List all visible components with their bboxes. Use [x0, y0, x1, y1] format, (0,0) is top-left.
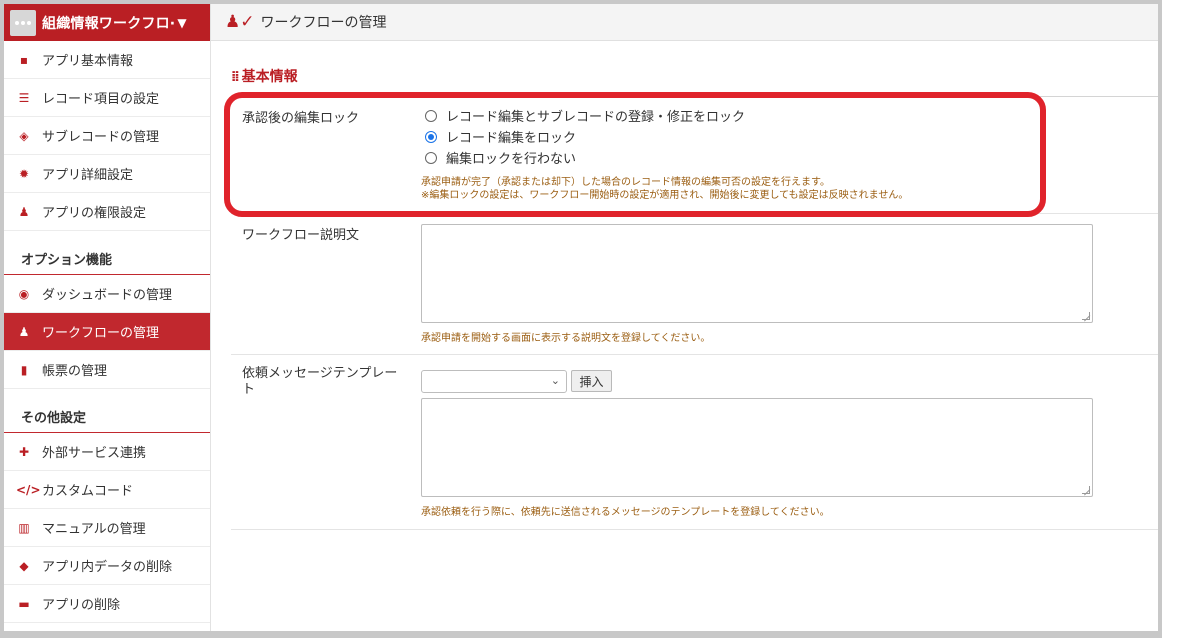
row-divider [231, 213, 1158, 214]
template-textarea[interactable] [421, 398, 1093, 497]
sidebar-item-label: アプリの権限設定 [42, 206, 147, 221]
sidebar-item-forms[interactable]: ▮ 帳票の管理 [4, 351, 210, 389]
resize-handle-icon[interactable] [1082, 486, 1090, 494]
trash-icon: ▬ [18, 596, 30, 611]
resize-handle-icon[interactable] [1082, 312, 1090, 320]
sidebar-item-delete-app[interactable]: ▬ アプリの削除 [4, 585, 210, 623]
sidebar-item-record-fields[interactable]: ☰ レコード項目の設定 [4, 79, 210, 117]
lock-option-all[interactable]: レコード編集とサブレコードの登録・修正をロック [425, 106, 745, 125]
list-icon: ☰ [18, 90, 30, 105]
option-menu: ◉ ダッシュボードの管理 ♟ ワークフローの管理 ▮ 帳票の管理 [4, 275, 210, 389]
sidebar-item-app-details[interactable]: ✹ アプリ詳細設定 [4, 155, 210, 193]
sidebar-item-label: アプリ詳細設定 [42, 168, 134, 183]
puzzle-icon: ✚ [18, 444, 30, 459]
lock-option-label: 編集ロックを行わない [446, 152, 577, 167]
code-icon: </> [16, 482, 41, 497]
sidebar-item-external-services[interactable]: ✚ 外部サービス連携 [4, 433, 210, 471]
chevron-down-icon: ⌄ [550, 374, 560, 387]
sidebar-item-label: アプリの削除 [42, 598, 121, 613]
user-check-icon: ♟✓ [225, 12, 255, 32]
page-title: ワークフローの管理 [260, 15, 387, 31]
section-divider [231, 96, 1158, 97]
app-logo [10, 9, 36, 36]
template-help-text: 承認依頼を行う際に、依頼先に送信されるメッセージのテンプレートを登録してください… [421, 507, 830, 518]
pin-icon[interactable]: ▼ [177, 16, 186, 30]
book-icon: ▥ [18, 520, 30, 535]
sidebar-item-manuals[interactable]: ▥ マニュアルの管理 [4, 509, 210, 547]
app-header[interactable]: 組織情報ワークフロ· ▼ [4, 4, 210, 41]
edit-lock-label: 承認後の編集ロック [242, 111, 360, 126]
template-label: 依頼メッセージテンプレー ト [242, 366, 398, 397]
template-select[interactable]: ⌄ [421, 370, 567, 393]
lock-option-label: レコード編集をロック [446, 131, 577, 146]
gear-icon: ✹ [18, 166, 30, 181]
sidebar-item-label: 帳票の管理 [42, 364, 108, 379]
lock-option-record[interactable]: レコード編集をロック [425, 127, 576, 146]
radio-button-checked[interactable] [425, 130, 437, 143]
grip-icon: ⁞⁞ [231, 69, 240, 85]
sidebar-item-label: アプリ内データの削除 [42, 560, 173, 575]
description-label: ワークフロー説明文 [242, 228, 360, 243]
user-lock-icon: ♟ [18, 204, 30, 219]
option-section-title: オプション機能 [4, 239, 210, 275]
row-divider [231, 529, 1158, 530]
radio-button[interactable] [425, 151, 437, 164]
layers-icon: ◈ [19, 128, 29, 143]
sidebar-item-permissions[interactable]: ♟ アプリの権限設定 [4, 193, 210, 231]
lock-option-label: レコード編集とサブレコードの登録・修正をロック [446, 110, 746, 125]
description-textarea[interactable] [421, 224, 1093, 323]
sidebar-item-label: ワークフローの管理 [42, 326, 160, 341]
sidebar-item-label: レコード項目の設定 [42, 92, 160, 107]
sidebar-item-dashboard[interactable]: ◉ ダッシュボードの管理 [4, 275, 210, 313]
sidebar-item-label: カスタムコード [42, 484, 134, 499]
insert-button[interactable]: 挿入 [571, 370, 612, 392]
section-title: ⁞⁞ 基本情報 [231, 69, 298, 85]
sidebar-item-custom-code[interactable]: </> カスタムコード [4, 471, 210, 509]
file-excel-icon: ▮ [20, 362, 28, 377]
dashboard-icon: ◉ [18, 286, 30, 301]
lock-help-text: 承認申請が完了（承認または却下）した場合のレコード情報の編集可否の設定を行えます… [421, 177, 909, 201]
user-check-icon: ♟ [18, 324, 30, 339]
description-help-text: 承認申請を開始する画面に表示する説明文を登録してください。 [421, 333, 711, 344]
sidebar-item-label: アプリ基本情報 [42, 54, 134, 69]
row-divider [231, 354, 1158, 355]
page-header: ♟✓ ワークフローの管理 [211, 4, 1158, 41]
sidebar-item-delete-data[interactable]: ◆ アプリ内データの削除 [4, 547, 210, 585]
sidebar-menu: ▪ アプリ基本情報 ☰ レコード項目の設定 ◈ サブレコードの管理 ✹ アプリ詳… [4, 41, 210, 231]
sidebar: 組織情報ワークフロ· ▼ ▪ アプリ基本情報 ☰ レコード項目の設定 ◈ サブレ… [4, 4, 211, 631]
sidebar-item-workflow[interactable]: ♟ ワークフローの管理 [4, 313, 210, 351]
app-title: 組織情報ワークフロ· [42, 15, 176, 32]
radio-button[interactable] [425, 109, 437, 122]
other-section-title: その他設定 [4, 397, 210, 433]
info-icon: ▪ [19, 52, 29, 67]
sidebar-item-label: サブレコードの管理 [42, 130, 160, 145]
sidebar-item-label: ダッシュボードの管理 [42, 288, 173, 303]
sidebar-item-label: マニュアルの管理 [42, 522, 146, 537]
other-menu: ✚ 外部サービス連携 </> カスタムコード ▥ マニュアルの管理 ◆ アプリ内… [4, 433, 210, 623]
eraser-icon: ◆ [19, 558, 29, 573]
sidebar-item-subrecords[interactable]: ◈ サブレコードの管理 [4, 117, 210, 155]
lock-option-none[interactable]: 編集ロックを行わない [425, 148, 576, 167]
sidebar-item-label: 外部サービス連携 [42, 446, 147, 461]
sidebar-item-app-info[interactable]: ▪ アプリ基本情報 [4, 41, 210, 79]
